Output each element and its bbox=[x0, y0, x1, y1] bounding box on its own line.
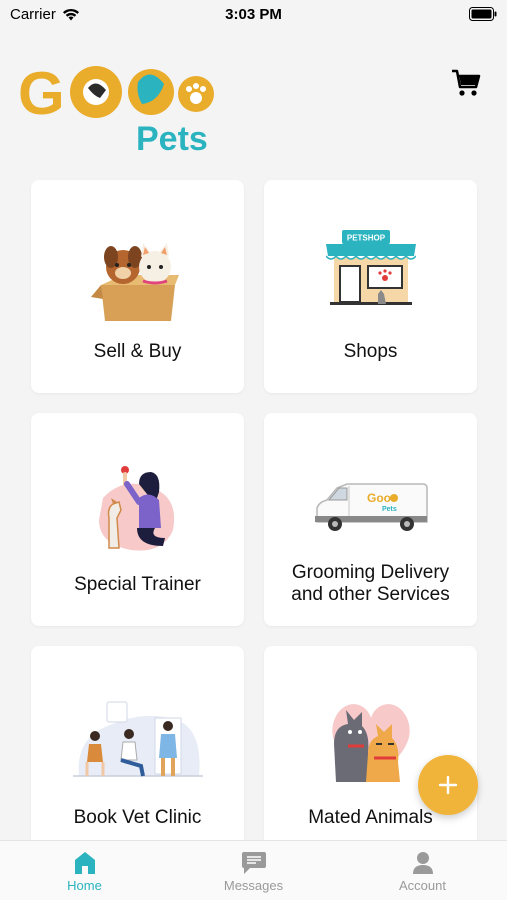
cart-icon[interactable] bbox=[450, 68, 482, 98]
logo-sub-text: Pets bbox=[136, 120, 208, 158]
battery-icon bbox=[469, 7, 497, 21]
trainer-illustration bbox=[31, 443, 244, 573]
status-bar: Carrier 3:03 PM bbox=[0, 0, 507, 30]
card-special-trainer[interactable]: Special Trainer bbox=[31, 413, 244, 626]
sell-buy-illustration bbox=[31, 210, 244, 340]
svg-text:G: G bbox=[18, 60, 65, 127]
tab-home[interactable]: Home bbox=[0, 841, 169, 900]
card-label-sell-buy: Sell & Buy bbox=[93, 341, 182, 362]
grooming-label-line-1: Grooming Delivery bbox=[291, 562, 450, 583]
tab-home-label: Home bbox=[67, 878, 102, 893]
home-icon bbox=[74, 852, 95, 874]
card-sell-buy[interactable]: Sell & Buy bbox=[31, 180, 244, 393]
van-logo-text: Goo bbox=[367, 491, 391, 505]
tab-messages-label: Messages bbox=[223, 878, 284, 893]
tab-account-label: Account bbox=[399, 878, 446, 893]
card-label-special-trainer: Special Trainer bbox=[74, 574, 201, 595]
tab-account[interactable]: Account bbox=[338, 841, 507, 900]
add-fab-button[interactable] bbox=[418, 755, 478, 815]
vet-clinic-illustration bbox=[31, 676, 244, 806]
card-grooming-delivery[interactable]: Goo Pets Grooming Delivery and other Ser… bbox=[264, 413, 477, 626]
card-shops[interactable]: PETSHOP Shops bbox=[264, 180, 477, 393]
tab-messages[interactable]: Messages bbox=[169, 841, 338, 900]
petshop-sign-text: PETSHOP bbox=[346, 234, 385, 243]
message-icon bbox=[241, 852, 266, 874]
app-logo: G Pets bbox=[18, 60, 214, 158]
card-label-vet: Book Vet Clinic bbox=[73, 807, 202, 828]
card-label-grooming: Grooming Delivery and other Services bbox=[272, 562, 469, 606]
shops-illustration: PETSHOP bbox=[264, 210, 477, 340]
status-time: 3:03 PM bbox=[225, 6, 282, 23]
plus-icon bbox=[438, 775, 458, 795]
card-mated-animals[interactable]: Mated Animals bbox=[264, 646, 477, 859]
bottom-tab-bar: Home Messages Account bbox=[0, 840, 507, 900]
grooming-label-line-2: and other Services bbox=[291, 584, 450, 605]
card-label-shops: Shops bbox=[343, 341, 398, 362]
grooming-van-illustration: Goo Pets bbox=[264, 443, 477, 573]
person-icon bbox=[412, 852, 433, 874]
van-logo-sub: Pets bbox=[382, 506, 397, 513]
card-book-vet-clinic[interactable]: Book Vet Clinic bbox=[31, 646, 244, 859]
